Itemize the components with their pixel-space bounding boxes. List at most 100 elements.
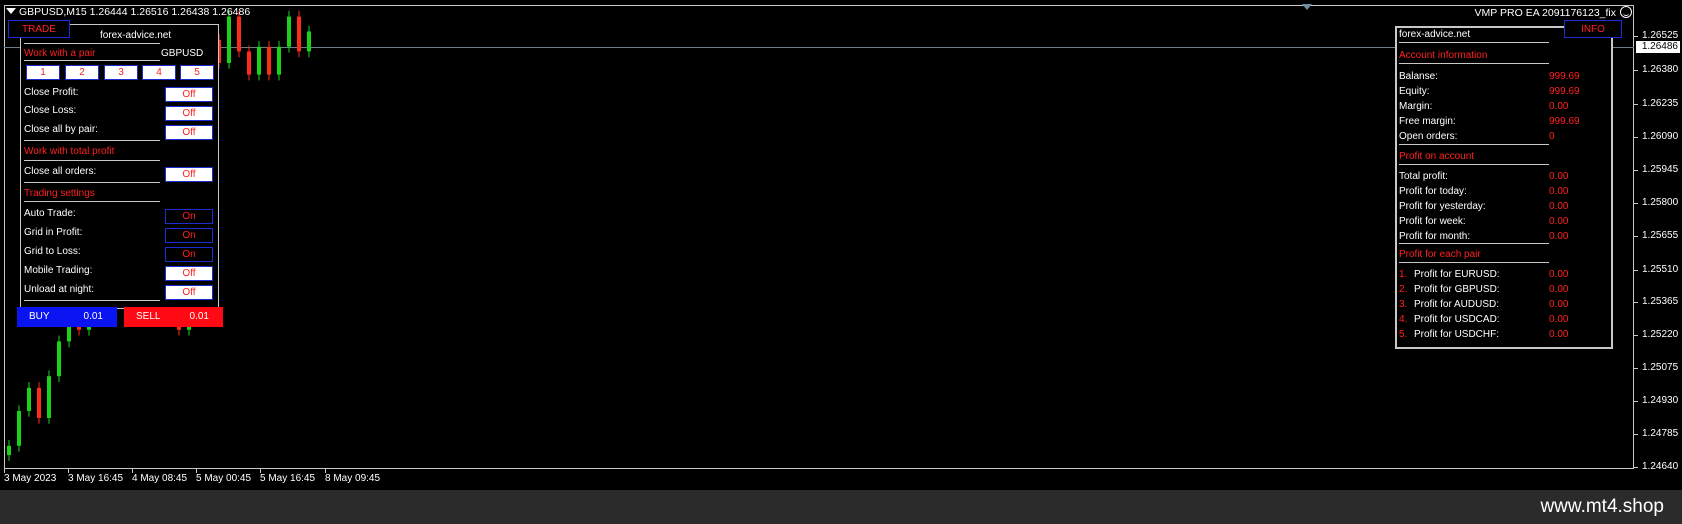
buy-label: BUY xyxy=(29,311,50,322)
week-value: 0.00 xyxy=(1549,216,1569,227)
pair-button-4[interactable]: 4 xyxy=(142,65,176,80)
close-all-pair-toggle[interactable]: Off xyxy=(165,125,213,140)
candle-body xyxy=(267,46,271,75)
sell-button[interactable]: SELL 0.01 xyxy=(124,307,223,327)
candle-body xyxy=(307,31,311,52)
auto-trade-toggle[interactable]: On xyxy=(165,209,213,224)
divider xyxy=(24,201,160,202)
balance-label: Balanse: xyxy=(1399,71,1438,82)
sell-label: SELL xyxy=(136,311,161,322)
pair-profit-label: Profit for AUDUSD: xyxy=(1414,299,1500,310)
buy-lot: 0.01 xyxy=(83,311,103,322)
chart-shift-marker-icon[interactable] xyxy=(1302,4,1312,10)
pair-button-5[interactable]: 5 xyxy=(180,65,214,80)
bottom-bar: www.mt4.shop xyxy=(0,490,1682,524)
pair-profit-number: 2. xyxy=(1399,284,1408,295)
unload-night-toggle[interactable]: Off xyxy=(165,285,213,300)
time-tick: 4 May 08:45 xyxy=(132,469,188,484)
pair-profit-value: 0.00 xyxy=(1549,299,1569,310)
pair-button-3[interactable]: 3 xyxy=(104,65,138,80)
pair-name: GBPUSD xyxy=(161,48,204,59)
candle-body xyxy=(7,445,11,456)
divider xyxy=(24,140,160,141)
candle-body xyxy=(17,411,21,446)
divider xyxy=(24,300,160,301)
divider xyxy=(24,160,160,161)
time-tick: 5 May 16:45 xyxy=(260,469,316,484)
open-orders-value: 0 xyxy=(1549,131,1555,142)
divider xyxy=(24,43,160,44)
pair-profit-number: 1. xyxy=(1399,269,1408,280)
candlestick-series xyxy=(7,10,311,461)
symbol-header[interactable]: GBPUSD,M15 1.26444 1.26516 1.26438 1.264… xyxy=(6,6,250,18)
margin-value: 0.00 xyxy=(1549,101,1569,112)
close-loss-toggle[interactable]: Off xyxy=(165,106,213,121)
trade-panel-site: forex-advice.net xyxy=(100,30,172,41)
pair-button-2[interactable]: 2 xyxy=(65,65,99,80)
candle-body xyxy=(277,46,281,75)
yesterday-label: Profit for yesterday: xyxy=(1399,201,1486,212)
mobile-trading-label: Mobile Trading: xyxy=(24,265,93,276)
month-label: Profit for month: xyxy=(1399,231,1471,242)
pair-profit-number: 5. xyxy=(1399,329,1408,340)
candle-body xyxy=(237,16,241,52)
time-tick: 3 May 16:45 xyxy=(68,469,124,484)
time-tick: 5 May 00:45 xyxy=(196,469,252,484)
grid-loss-toggle[interactable]: On xyxy=(165,247,213,262)
close-all-orders-label: Close all orders: xyxy=(24,166,97,177)
symbol-quote: GBPUSD,M15 1.26444 1.26516 1.26438 1.264… xyxy=(19,6,251,18)
pair-profit-value: 0.00 xyxy=(1549,329,1569,340)
divider xyxy=(1399,164,1549,165)
each-pair-heading: Profit for each pair xyxy=(1399,249,1481,260)
work-pair-heading: Work with a pair xyxy=(24,48,96,59)
chart-area[interactable]: GBPUSD,M15 1.26444 1.26516 1.26438 1.264… xyxy=(0,0,1682,490)
close-profit-toggle[interactable]: Off xyxy=(165,87,213,102)
collapse-triangle-icon[interactable] xyxy=(6,8,16,14)
pair-profit-label: Profit for USDCAD: xyxy=(1414,314,1500,325)
week-label: Profit for week: xyxy=(1399,216,1466,227)
info-panel-site: forex-advice.net xyxy=(1399,29,1471,40)
pair-profit-value: 0.00 xyxy=(1549,269,1569,280)
pair-button-1[interactable]: 1 xyxy=(26,65,60,80)
pair-profit-label: Profit for USDCHF: xyxy=(1414,329,1500,340)
free-margin-label: Free margin: xyxy=(1399,116,1456,127)
today-label: Profit for today: xyxy=(1399,186,1467,197)
grid-profit-label: Grid in Profit: xyxy=(24,227,83,238)
candle-body xyxy=(57,341,61,377)
margin-label: Margin: xyxy=(1399,101,1433,112)
sell-lot: 0.01 xyxy=(189,311,209,322)
divider xyxy=(1399,262,1549,263)
free-margin-value: 999.69 xyxy=(1549,116,1580,127)
info-tab-button[interactable]: INFO xyxy=(1564,20,1622,38)
candle-body xyxy=(227,16,231,63)
month-value: 0.00 xyxy=(1549,231,1569,242)
candle-body xyxy=(47,376,51,418)
mobile-trading-toggle[interactable]: Off xyxy=(165,266,213,281)
auto-trade-label: Auto Trade: xyxy=(24,208,76,219)
pair-profit-label: Profit for GBPUSD: xyxy=(1414,284,1500,295)
yesterday-value: 0.00 xyxy=(1549,201,1569,212)
grid-profit-toggle[interactable]: On xyxy=(165,228,213,243)
pair-profit-number: 3. xyxy=(1399,299,1408,310)
total-profit-label: Total profit: xyxy=(1399,171,1448,182)
divider xyxy=(24,182,160,183)
buy-button[interactable]: BUY 0.01 xyxy=(17,307,117,327)
time-tick: 3 May 2023 xyxy=(4,469,57,484)
trade-tab-button[interactable]: TRADE xyxy=(8,20,70,38)
candle-body xyxy=(287,16,291,47)
unload-night-label: Unload at night: xyxy=(24,284,95,295)
equity-label: Equity: xyxy=(1399,86,1430,97)
close-all-orders-toggle[interactable]: Off xyxy=(165,167,213,182)
trading-settings-heading: Trading settings xyxy=(24,188,95,199)
pair-profit-value: 0.00 xyxy=(1549,314,1569,325)
divider xyxy=(1399,63,1549,64)
watermark: www.mt4.shop xyxy=(1540,496,1664,517)
candle-body xyxy=(247,51,251,75)
close-loss-label: Close Loss: xyxy=(24,105,77,116)
equity-value: 999.69 xyxy=(1549,86,1580,97)
candle-body xyxy=(297,16,301,52)
candle-body xyxy=(37,387,41,418)
candle-body xyxy=(27,387,31,411)
grid-loss-label: Grid to Loss: xyxy=(24,246,81,257)
time-tick: 8 May 09:45 xyxy=(325,469,381,484)
